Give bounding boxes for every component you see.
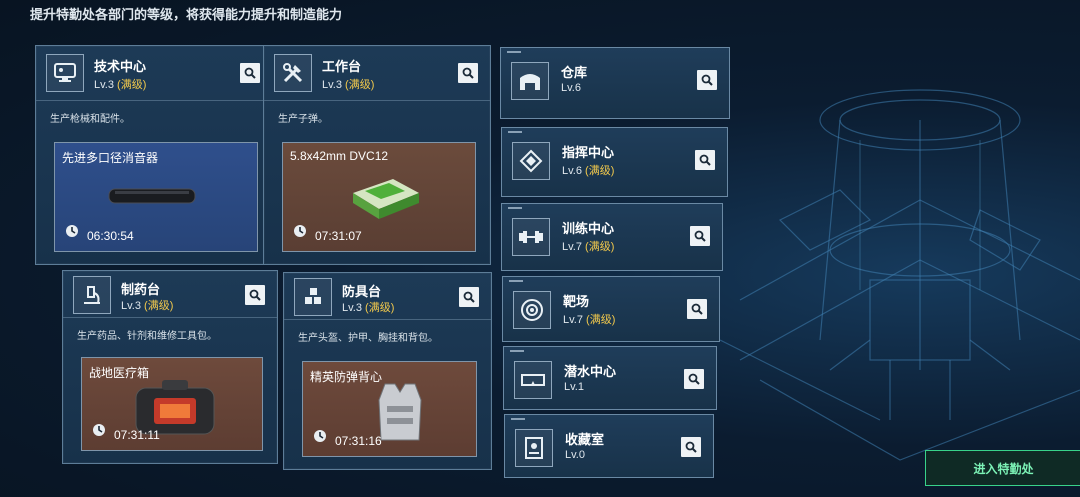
dept-level: Lv.0 bbox=[565, 449, 585, 461]
search-icon bbox=[701, 74, 713, 86]
production-timer: 07:31:07 bbox=[315, 229, 362, 243]
wrench-hammer-icon bbox=[274, 54, 312, 92]
search-icon bbox=[688, 373, 700, 385]
search-icon bbox=[463, 291, 475, 303]
target-icon bbox=[513, 291, 551, 329]
dept-level: Lv.1 bbox=[564, 381, 584, 393]
dept-name: 潜水中心 bbox=[564, 364, 617, 379]
timer-icon bbox=[65, 224, 79, 243]
dept-level: Lv.6 bbox=[561, 82, 581, 94]
ammo-box-image bbox=[353, 179, 419, 219]
product-name: 精英防弹背心 bbox=[310, 370, 383, 384]
dept-card-armor-bench[interactable]: 防具台 Lv.3 (满级) 生产头盔、护甲、胸挂和背包。 精英防弹背心 07:3… bbox=[283, 272, 492, 470]
card-tag bbox=[509, 280, 523, 282]
card-tag bbox=[507, 51, 521, 53]
dept-name: 工作台 bbox=[322, 59, 362, 74]
timer-icon bbox=[293, 224, 307, 243]
search-button[interactable] bbox=[687, 299, 707, 319]
production-timer: 07:31:11 bbox=[114, 428, 160, 442]
production-slot[interactable]: 先进多口径消音器 06:30:54 bbox=[54, 142, 258, 252]
dept-level: Lv.3 (满级) bbox=[342, 302, 395, 314]
dept-description: 生产子弹。 bbox=[278, 114, 328, 125]
timer-icon bbox=[92, 423, 106, 442]
search-icon bbox=[699, 154, 711, 166]
search-button[interactable] bbox=[690, 226, 710, 246]
dept-description: 生产头盔、护甲、胸挂和背包。 bbox=[298, 333, 438, 344]
dept-name: 训练中心 bbox=[562, 221, 615, 236]
search-button[interactable] bbox=[240, 63, 260, 83]
timer-icon bbox=[313, 429, 327, 448]
dept-level: Lv.3 (满级) bbox=[94, 79, 147, 91]
search-button[interactable] bbox=[697, 70, 717, 90]
card-header: 技术中心 Lv.3 (满级) bbox=[36, 46, 272, 101]
search-button[interactable] bbox=[695, 150, 715, 170]
cubes-icon bbox=[294, 278, 332, 316]
card-header: 制药台 Lv.3 (满级) bbox=[63, 271, 277, 318]
card-header: 工作台 Lv.3 (满级) bbox=[264, 46, 490, 101]
product-name: 先进多口径消音器 bbox=[62, 151, 159, 165]
search-icon bbox=[694, 230, 706, 242]
armor-vest-image bbox=[378, 383, 422, 441]
card-tag bbox=[508, 207, 522, 209]
dept-description: 生产药品、针剂和维修工具包。 bbox=[77, 331, 217, 342]
dumbbell-icon bbox=[512, 218, 550, 256]
production-slot[interactable]: 精英防弹背心 07:31:16 bbox=[302, 361, 477, 457]
production-timer: 06:30:54 bbox=[87, 229, 134, 243]
dept-card-pharmacy[interactable]: 制药台 Lv.3 (满级) 生产药品、针剂和维修工具包。 战地医疗箱 07:31… bbox=[62, 270, 278, 464]
dept-name: 仓库 bbox=[561, 65, 588, 80]
search-icon bbox=[685, 441, 697, 453]
dept-level: Lv.3 (满级) bbox=[121, 300, 174, 312]
dept-name: 技术中心 bbox=[94, 59, 147, 74]
suppressor-image bbox=[108, 188, 196, 204]
search-button[interactable] bbox=[459, 287, 479, 307]
dept-level: Lv.3 (满级) bbox=[322, 79, 375, 91]
dept-name: 靶场 bbox=[563, 294, 590, 309]
dept-description: 生产枪械和配件。 bbox=[50, 114, 130, 125]
production-slot[interactable]: 战地医疗箱 07:31:11 bbox=[81, 357, 263, 451]
diving-mask-icon bbox=[514, 361, 552, 399]
dept-level: Lv.7 (满级) bbox=[563, 314, 616, 326]
dept-card-collection-room[interactable]: 收藏室 Lv.0 bbox=[504, 414, 714, 478]
search-icon bbox=[249, 289, 261, 301]
production-timer: 07:31:16 bbox=[335, 434, 382, 448]
dept-card-warehouse[interactable]: 仓库 Lv.6 bbox=[500, 47, 730, 119]
card-tag bbox=[508, 131, 522, 133]
dept-level: Lv.6 (满级) bbox=[562, 165, 615, 177]
search-icon bbox=[244, 67, 256, 79]
dept-card-training-center[interactable]: 训练中心 Lv.7 (满级) bbox=[501, 203, 723, 271]
dept-name: 收藏室 bbox=[565, 432, 605, 447]
hologram-background bbox=[720, 89, 1080, 461]
search-button[interactable] bbox=[458, 63, 478, 83]
monitor-icon bbox=[46, 54, 84, 92]
product-name: 5.8x42mm DVC12 bbox=[290, 149, 389, 163]
search-button[interactable] bbox=[245, 285, 265, 305]
dept-name: 指挥中心 bbox=[562, 145, 615, 160]
card-tag bbox=[511, 418, 525, 420]
search-button[interactable] bbox=[684, 369, 704, 389]
enter-special-ops-button[interactable]: 进入特勤处 bbox=[925, 450, 1080, 486]
dept-card-diving-center[interactable]: 潜水中心 Lv.1 bbox=[503, 346, 717, 410]
dept-card-command-center[interactable]: 指挥中心 Lv.6 (满级) bbox=[501, 127, 728, 197]
warehouse-icon bbox=[511, 62, 549, 100]
search-icon bbox=[462, 67, 474, 79]
dept-card-tech-center[interactable]: 技术中心 Lv.3 (满级) 生产枪械和配件。 先进多口径消音器 06:30:5… bbox=[35, 45, 273, 265]
command-icon bbox=[512, 142, 550, 180]
card-header: 防具台 Lv.3 (满级) bbox=[284, 273, 491, 320]
microscope-icon bbox=[73, 276, 111, 314]
dept-card-shooting-range[interactable]: 靶场 Lv.7 (满级) bbox=[502, 276, 720, 342]
dept-name: 制药台 bbox=[121, 282, 161, 297]
dept-level: Lv.7 (满级) bbox=[562, 241, 615, 253]
search-button[interactable] bbox=[681, 437, 701, 457]
dept-name: 防具台 bbox=[342, 284, 382, 299]
dept-card-workbench[interactable]: 工作台 Lv.3 (满级) 生产子弹。 5.8x42mm DVC12 07:31… bbox=[263, 45, 491, 265]
search-icon bbox=[691, 303, 703, 315]
production-slot[interactable]: 5.8x42mm DVC12 07:31:07 bbox=[282, 142, 476, 252]
page-header: 提升特勤处各部门的等级，将获得能力提升和制造能力 bbox=[30, 7, 343, 22]
card-tag bbox=[510, 350, 524, 352]
collection-icon bbox=[515, 429, 553, 467]
